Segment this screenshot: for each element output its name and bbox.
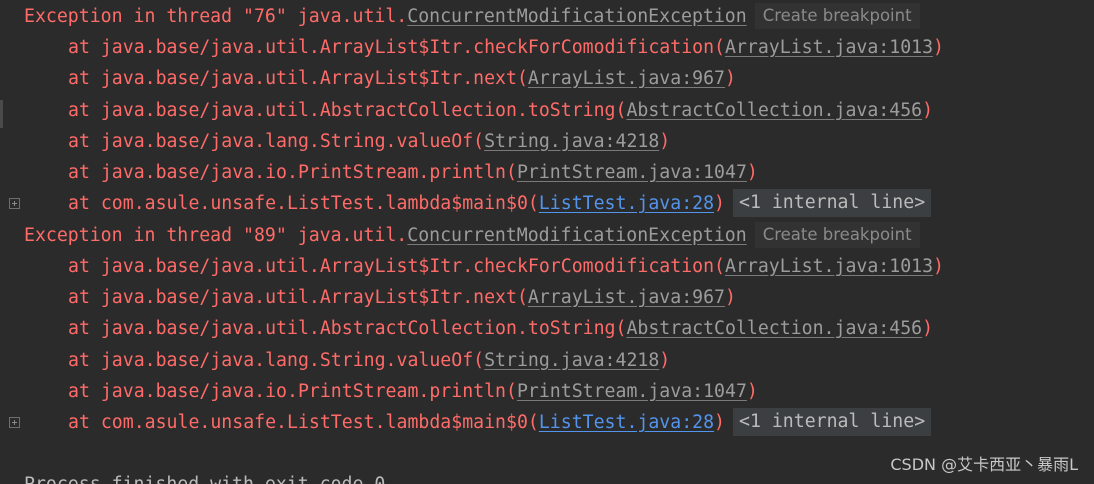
frame-method: at java.base/java.util.ArrayList$Itr.che… <box>68 256 725 277</box>
stack-frame: at java.base/java.util.ArrayList$Itr.che… <box>68 251 944 282</box>
folded-internal-lines[interactable]: <1 internal line> <box>733 189 932 217</box>
exception-class-link[interactable]: ConcurrentModificationException <box>407 6 746 27</box>
source-link[interactable]: ListTest.java:28 <box>539 412 714 433</box>
stack-frame: at java.base/java.util.AbstractCollectio… <box>68 95 933 126</box>
frame-close: ) <box>933 37 944 58</box>
frame-close: ) <box>659 131 671 152</box>
frame-method: at java.base/java.util.AbstractCollectio… <box>68 318 627 339</box>
exception-header: Exception in thread "76" java.util.Concu… <box>24 1 920 32</box>
source-link[interactable]: ArrayList.java:967 <box>528 68 725 89</box>
stack-frame: at com.asule.unsafe.ListTest.lambda$main… <box>68 188 932 219</box>
frame-close: ) <box>714 412 725 433</box>
stack-frame: at java.base/java.io.PrintStream.println… <box>68 157 758 188</box>
frame-close: ) <box>933 256 944 277</box>
create-breakpoint-button[interactable]: Create breakpoint <box>754 222 920 248</box>
folded-internal-lines[interactable]: <1 internal line> <box>733 408 932 436</box>
run-console: Exception in thread "76" java.util.Concu… <box>0 0 1094 484</box>
frame-method: at java.base/java.lang.String.valueOf( <box>68 350 485 371</box>
source-link[interactable]: ArrayList.java:967 <box>528 287 725 308</box>
frame-close: ) <box>714 193 725 214</box>
frame-close: ) <box>922 100 934 121</box>
frame-method: at com.asule.unsafe.ListTest.lambda$main… <box>68 193 539 214</box>
source-link[interactable]: ArrayList.java:1013 <box>725 256 933 277</box>
stack-frame: at java.base/java.lang.String.valueOf(St… <box>68 126 670 157</box>
expand-plus-icon[interactable] <box>9 198 20 209</box>
source-link[interactable]: AbstractCollection.java:456 <box>626 318 922 339</box>
source-link[interactable]: String.java:4218 <box>484 350 659 371</box>
stack-frame: at java.base/java.io.PrintStream.println… <box>68 376 758 407</box>
scroll-position-marker <box>0 100 3 128</box>
source-link[interactable]: AbstractCollection.java:456 <box>626 100 922 121</box>
expand-plus-icon[interactable] <box>9 417 20 428</box>
stack-frame: at java.base/java.util.AbstractCollectio… <box>68 313 933 344</box>
source-link[interactable]: PrintStream.java:1047 <box>517 381 747 402</box>
exception-header: Exception in thread "89" java.util.Concu… <box>24 220 920 251</box>
create-breakpoint-button[interactable]: Create breakpoint <box>754 3 920 29</box>
frame-method: at java.base/java.util.ArrayList$Itr.nex… <box>68 287 528 308</box>
frame-method: at java.base/java.io.PrintStream.println… <box>68 381 517 402</box>
frame-close: ) <box>725 287 736 308</box>
frame-close: ) <box>746 162 758 183</box>
source-link[interactable]: ListTest.java:28 <box>539 193 714 214</box>
frame-method: at java.base/java.util.AbstractCollectio… <box>68 100 627 121</box>
frame-close: ) <box>922 318 934 339</box>
frame-close: ) <box>659 350 671 371</box>
frame-method: at com.asule.unsafe.ListTest.lambda$main… <box>68 412 539 433</box>
source-link[interactable]: String.java:4218 <box>484 131 659 152</box>
frame-method: at java.base/java.util.ArrayList$Itr.nex… <box>68 68 528 89</box>
watermark: CSDN @艾卡西亚丶暴雨L <box>890 455 1078 474</box>
frame-method: at java.base/java.util.ArrayList$Itr.che… <box>68 37 725 58</box>
stack-frame: at java.base/java.util.ArrayList$Itr.nex… <box>68 63 736 94</box>
frame-close: ) <box>746 381 758 402</box>
exception-header-text: Exception in thread "89" java.util. <box>24 225 408 246</box>
frame-method: at java.base/java.lang.String.valueOf( <box>68 131 485 152</box>
frame-close: ) <box>725 68 736 89</box>
stack-frame: at java.base/java.util.ArrayList$Itr.che… <box>68 32 944 63</box>
stack-frame: at com.asule.unsafe.ListTest.lambda$main… <box>68 407 932 438</box>
stack-frame: at java.base/java.lang.String.valueOf(St… <box>68 345 670 376</box>
source-link[interactable]: PrintStream.java:1047 <box>517 162 747 183</box>
source-link[interactable]: ArrayList.java:1013 <box>725 37 933 58</box>
frame-method: at java.base/java.io.PrintStream.println… <box>68 162 517 183</box>
stack-frame: at java.base/java.util.ArrayList$Itr.nex… <box>68 282 736 313</box>
exception-class-link[interactable]: ConcurrentModificationException <box>407 225 746 246</box>
process-status: Process finished with exit code 0 <box>24 469 385 484</box>
exception-header-text: Exception in thread "76" java.util. <box>24 6 408 27</box>
